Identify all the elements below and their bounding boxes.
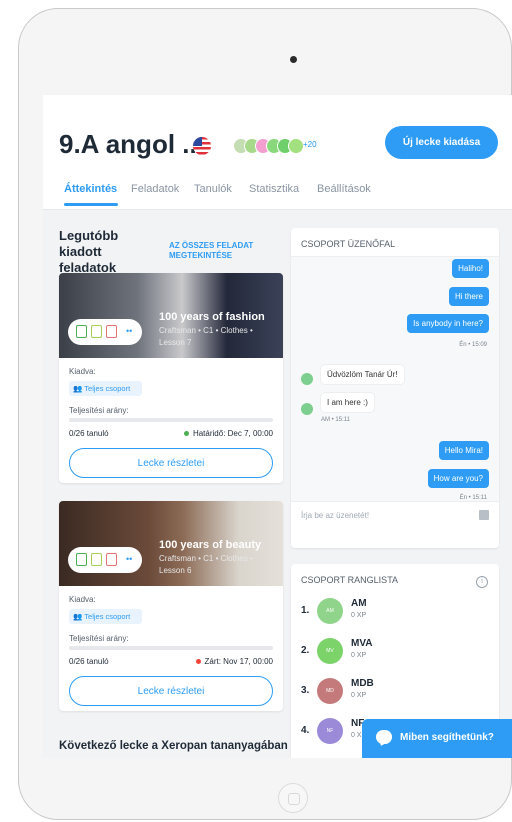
group-badge-label: Teljes csoport xyxy=(84,612,131,621)
active-tab-underline xyxy=(64,203,118,206)
completion-label: Teljesítési arány: xyxy=(69,634,129,643)
quiz-icon xyxy=(106,553,117,566)
status-dot xyxy=(195,659,201,665)
app-screen: 9.A angol ... +20 Új lecke kiadása Áttek… xyxy=(43,95,512,758)
task-card: •• 100 years of fashion Craftsman • C1 •… xyxy=(59,273,283,483)
rank-number: 1. xyxy=(301,605,310,616)
member-avatar xyxy=(288,138,304,154)
completion-label: Teljesítési arány: xyxy=(69,406,129,415)
info-icon[interactable]: i xyxy=(476,576,488,588)
tab-statistics[interactable]: Statisztika xyxy=(249,183,299,195)
leaderboard-row[interactable]: 1. AM AM 0 XP xyxy=(301,596,491,626)
tab-overview[interactable]: Áttekintés xyxy=(64,183,117,195)
lesson-details-button[interactable]: Lecke részletei xyxy=(69,676,273,706)
group-badge[interactable]: 👥 Teljes csoport xyxy=(69,381,142,396)
more-icon: •• xyxy=(126,326,133,336)
message-time: Én • 15:09 xyxy=(459,342,487,348)
all-tasks-link[interactable]: AZ ÖSSZES FELADAT MEGTEKINTÉSE xyxy=(169,241,279,261)
more-icon: •• xyxy=(126,554,133,564)
outgoing-message: How are you? xyxy=(427,469,489,488)
video-icon xyxy=(76,325,87,338)
student-name: AM xyxy=(351,598,367,609)
outgoing-message: Haliho! xyxy=(452,259,489,278)
student-name: MDB xyxy=(351,678,374,689)
next-lesson-title: Következő lecke a Xeropan tananyagában xyxy=(59,740,288,752)
help-chat-button[interactable]: Miben segíthetünk? xyxy=(362,719,512,758)
deadline: Határidő: Dec 7, 00:00 xyxy=(183,429,273,438)
rank-number: 3. xyxy=(301,685,310,696)
rank-number: 2. xyxy=(301,645,310,656)
tab-tasks[interactable]: Feladatok xyxy=(131,183,179,195)
camera-dot xyxy=(290,56,297,63)
image-upload-icon[interactable] xyxy=(479,510,489,520)
outgoing-message: Hello Mira! xyxy=(438,441,489,460)
recent-tasks-title: Legutóbb kiadott feladatok xyxy=(59,228,119,275)
users-icon: 👥 xyxy=(73,612,85,621)
home-square-icon xyxy=(288,793,300,805)
new-lesson-button[interactable]: Új lecke kiadása xyxy=(385,126,498,159)
tab-settings[interactable]: Beállítások xyxy=(317,183,371,195)
student-count: 0/26 tanuló xyxy=(69,429,109,438)
message-time: Én • 15:11 xyxy=(459,495,487,501)
home-button[interactable] xyxy=(278,783,308,813)
leaderboard-title: CSOPORT RANGLISTA xyxy=(301,575,399,585)
chat-bubble-icon xyxy=(376,730,392,744)
tab-students[interactable]: Tanulók xyxy=(194,183,232,195)
completion-bar xyxy=(69,646,273,650)
us-flag-icon xyxy=(193,137,211,155)
avatar: MD xyxy=(317,678,343,704)
quiz-icon xyxy=(106,325,117,338)
leaderboard-row[interactable]: 3. MD MDB 0 XP xyxy=(301,676,491,706)
lesson-details-button[interactable]: Lecke részletei xyxy=(69,448,273,478)
outgoing-message: Is anybody in here? xyxy=(407,314,489,333)
group-message-board: CSOPORT ÜZENŐFAL Haliho! Hi there Is any… xyxy=(291,228,499,548)
chat-messages[interactable]: Haliho! Hi there Is anybody in here? Én … xyxy=(291,256,499,502)
avatar: AM xyxy=(317,598,343,624)
group-header: 9.A angol ... +20 Új lecke kiadása Áttek… xyxy=(43,95,512,210)
group-badge-label: Teljes csoport xyxy=(84,384,131,393)
deadline-text: Zárt: Nov 17, 00:00 xyxy=(204,657,273,666)
completion-bar xyxy=(69,418,273,422)
leaderboard-row[interactable]: 2. MV MVA 0 XP xyxy=(301,636,491,666)
avatar: MV xyxy=(317,638,343,664)
student-name: MVA xyxy=(351,638,373,649)
help-label: Miben segíthetünk? xyxy=(400,732,494,743)
assigned-label: Kiadva: xyxy=(69,595,96,604)
message-input[interactable]: Írja be az üzenetét! xyxy=(301,511,369,520)
page-title: 9.A angol ... xyxy=(59,129,204,159)
exercise-icons: •• xyxy=(68,319,142,345)
users-icon: 👥 xyxy=(73,384,85,393)
sender-avatar xyxy=(301,403,313,415)
status-dot xyxy=(183,431,189,437)
student-xp: 0 XP xyxy=(351,692,367,699)
outgoing-message: Hi there xyxy=(448,287,489,306)
incoming-message: I am here :) xyxy=(321,393,374,412)
avatar: NF xyxy=(317,718,343,744)
message-time: AM • 15:11 xyxy=(321,417,351,423)
student-xp: 0 XP xyxy=(351,612,367,619)
document-icon xyxy=(91,553,102,566)
student-xp: 0 XP xyxy=(351,652,367,659)
sender-avatar xyxy=(301,373,313,385)
incoming-message: Üdvözlöm Tanár Úr! xyxy=(321,365,404,384)
student-count: 0/26 tanuló xyxy=(69,657,109,666)
group-badge[interactable]: 👥 Teljes csoport xyxy=(69,609,142,624)
lesson-subtitle: Craftsman • C1 • Clothes • Lesson 6 xyxy=(159,554,253,575)
assigned-label: Kiadva: xyxy=(69,367,96,376)
deadline: Zárt: Nov 17, 00:00 xyxy=(195,657,273,666)
document-icon xyxy=(91,325,102,338)
deadline-text: Határidő: Dec 7, 00:00 xyxy=(192,429,273,438)
lesson-title: 100 years of beauty xyxy=(159,539,262,551)
message-board-title: CSOPORT ÜZENŐFAL xyxy=(301,239,396,249)
lesson-subtitle: Craftsman • C1 • Clothes • Lesson 7 xyxy=(159,326,253,347)
exercise-icons: •• xyxy=(68,547,142,573)
video-icon xyxy=(76,553,87,566)
student-xp: 0 X xyxy=(351,732,362,739)
more-members-count: +20 xyxy=(303,140,317,149)
lesson-title: 100 years of fashion xyxy=(159,311,265,323)
task-card: •• 100 years of beauty Craftsman • C1 • … xyxy=(59,501,283,711)
rank-number: 4. xyxy=(301,725,310,736)
